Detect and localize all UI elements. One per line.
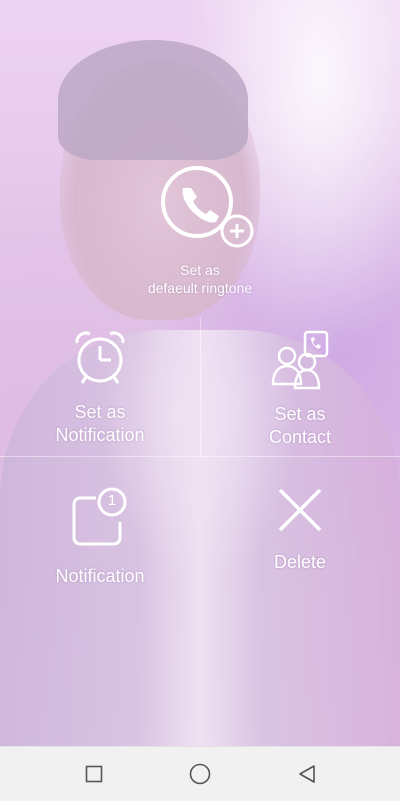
close-icon <box>230 486 370 534</box>
ringtone-label-line1: Set as <box>180 262 220 278</box>
notification-badge-count: 1 <box>107 492 117 509</box>
notification-button[interactable]: 1 Notification <box>30 486 170 587</box>
notification-label: Notification <box>55 566 145 586</box>
contact-label-line2: Contact <box>268 427 332 447</box>
triangle-back-icon <box>299 765 315 783</box>
grid-divider-horizontal <box>0 456 400 457</box>
notification-badge-icon: 1 <box>70 486 130 548</box>
back-button[interactable] <box>294 761 320 787</box>
circle-icon <box>189 763 211 785</box>
set-ringtone-button[interactable]: Set as defaeult ringtone <box>100 162 300 296</box>
phone-plus-icon <box>100 162 300 254</box>
square-icon <box>85 765 103 783</box>
set-notification-button[interactable]: Set as Notification <box>30 330 170 446</box>
grid-divider-vertical <box>200 318 201 458</box>
set-contact-button[interactable]: Set as Contact <box>230 330 370 448</box>
notification-set-label-line1: Set as <box>74 402 126 422</box>
delete-label: Delete <box>273 552 327 572</box>
recent-apps-button[interactable] <box>81 761 107 787</box>
home-button[interactable] <box>187 761 213 787</box>
contacts-icon <box>230 330 370 392</box>
ringtone-label-line2: defaeult ringtone <box>147 280 253 296</box>
notification-set-label-line2: Notification <box>55 425 145 445</box>
contact-label-line1: Set as <box>274 404 326 424</box>
alarm-clock-icon <box>30 330 170 386</box>
navigation-bar <box>0 746 400 801</box>
delete-button[interactable]: Delete <box>230 486 370 573</box>
